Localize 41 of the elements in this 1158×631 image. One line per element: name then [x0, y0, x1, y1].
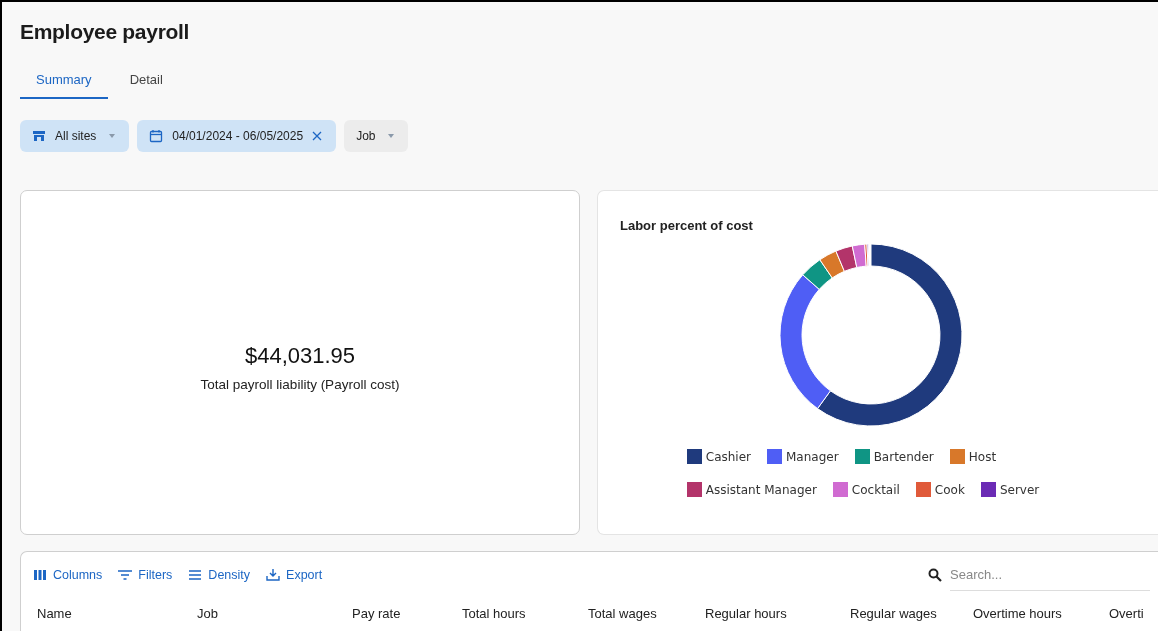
calendar-icon: [149, 129, 164, 143]
column-header[interactable]: Total hours: [456, 606, 582, 621]
legend-label: Manager: [786, 449, 839, 464]
legend-label: Cook: [934, 482, 965, 497]
caret-icon: [388, 134, 395, 138]
column-header[interactable]: Overti: [1103, 606, 1150, 621]
search-field[interactable]: Search...: [950, 559, 1150, 591]
toolbar-button[interactable]: Columns: [31, 566, 105, 584]
column-header[interactable]: Pay rate: [346, 606, 456, 621]
column-header[interactable]: Job: [191, 606, 346, 621]
legend-label: Assistant Manager: [705, 482, 817, 497]
column-header[interactable]: Name: [31, 606, 191, 621]
legend-label: Bartender: [873, 449, 934, 464]
store-icon: [32, 129, 46, 143]
column-header[interactable]: Total wages: [582, 606, 699, 621]
filter-chip[interactable]: Job: [344, 120, 409, 152]
search-icon: [928, 568, 942, 582]
filter-chip[interactable]: 04/01/2024 - 06/05/2025: [137, 120, 337, 152]
legend-label: Cocktail: [851, 482, 900, 497]
legend-label: Host: [968, 449, 997, 464]
toolbar-button[interactable]: Export: [264, 566, 325, 584]
density-icon: [188, 568, 203, 582]
export-icon: [266, 568, 281, 582]
toolbar-button[interactable]: Density: [186, 566, 253, 584]
total-label: Total payroll liability (Payroll cost): [200, 377, 400, 392]
page-title: Employee payroll: [20, 19, 191, 44]
column-header[interactable]: Regular wages: [844, 606, 967, 621]
tab[interactable]: Summary: [20, 66, 108, 99]
chart-title: Labor percent of cost: [620, 218, 753, 233]
caret-icon: [109, 134, 116, 138]
filter-chip[interactable]: All sites: [20, 120, 130, 152]
legend-label: Cashier: [705, 449, 751, 464]
column-header[interactable]: Regular hours: [699, 606, 844, 621]
total-value: $44,031.95: [244, 343, 356, 369]
tab[interactable]: Detail: [113, 66, 179, 99]
toolbar-button[interactable]: Filters: [116, 566, 175, 584]
column-header[interactable]: Overtime hours: [967, 606, 1103, 621]
filter-icon: [118, 568, 133, 582]
legend-label: Server: [999, 482, 1040, 497]
columns-icon: [33, 568, 47, 582]
close-icon: [312, 131, 323, 141]
